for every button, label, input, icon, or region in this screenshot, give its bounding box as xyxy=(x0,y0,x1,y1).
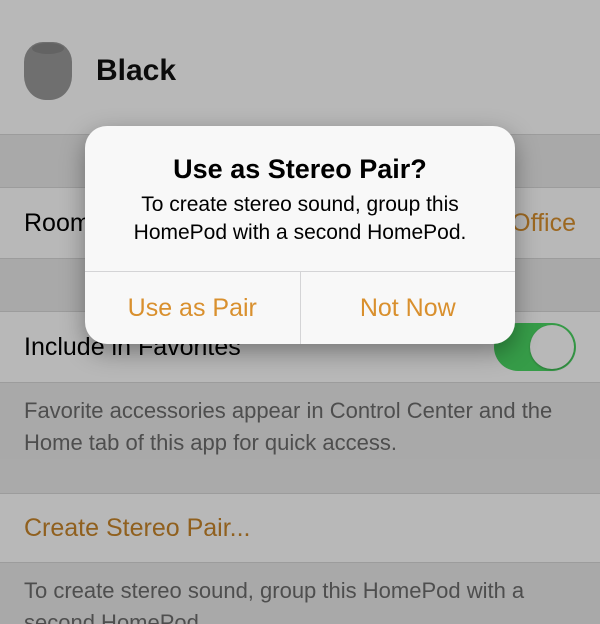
alert-buttons: Use as Pair Not Now xyxy=(85,271,515,344)
not-now-button[interactable]: Not Now xyxy=(300,272,516,344)
stereo-pair-alert: Use as Stereo Pair? To create stereo sou… xyxy=(85,126,515,344)
use-as-pair-button[interactable]: Use as Pair xyxy=(85,272,300,344)
alert-title: Use as Stereo Pair? xyxy=(113,154,487,185)
alert-body: Use as Stereo Pair? To create stereo sou… xyxy=(85,126,515,271)
alert-message: To create stereo sound, group this HomeP… xyxy=(113,191,487,247)
modal-overlay: Use as Stereo Pair? To create stereo sou… xyxy=(0,0,600,624)
settings-screen: Black Room Office Include in Favorites F… xyxy=(0,0,600,624)
